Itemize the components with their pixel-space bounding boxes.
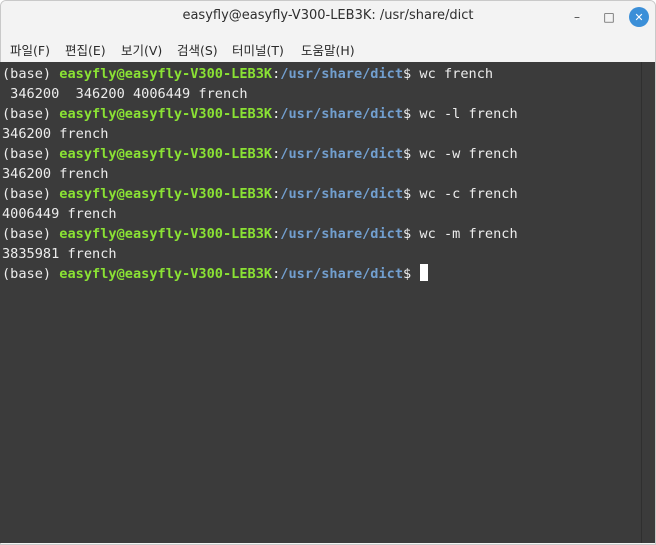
prompt-line: (base) easyfly@easyfly-V300-LEB3K:/usr/s… (2, 64, 493, 84)
prompt-path: /usr/share/dict (280, 146, 404, 162)
prompt-user-host: easyfly@easyfly-V300-LEB3K (59, 266, 273, 282)
prompt-symbol: $ (403, 186, 420, 202)
prompt-symbol: $ (403, 266, 420, 282)
prompt-symbol: $ (403, 106, 420, 122)
window-title: easyfly@easyfly-V300-LEB3K: /usr/share/d… (182, 8, 474, 23)
command-text: wc -l french (419, 106, 518, 122)
output-line: 3835981 french (2, 246, 117, 262)
prompt-line: (base) easyfly@easyfly-V300-LEB3K:/usr/s… (2, 224, 518, 244)
prompt-line: (base) easyfly@easyfly-V300-LEB3K:/usr/s… (2, 104, 518, 124)
prompt-env: (base) (2, 186, 60, 202)
prompt-path: /usr/share/dict (280, 186, 404, 202)
command-text: wc -m french (419, 226, 518, 242)
menu-terminal[interactable]: 터미널(T) (232, 40, 284, 59)
output-line: 346200 french (2, 166, 109, 182)
output-line: 346200 french (2, 126, 109, 142)
prompt-env: (base) (2, 106, 60, 122)
prompt-user-host: easyfly@easyfly-V300-LEB3K (59, 186, 273, 202)
prompt-path: /usr/share/dict (280, 266, 404, 282)
menu-edit[interactable]: 편집(E) (65, 40, 106, 59)
minimize-button[interactable]: – (567, 7, 587, 27)
maximize-icon: □ (603, 10, 615, 24)
maximize-button[interactable]: □ (599, 7, 619, 27)
prompt-symbol: $ (403, 226, 420, 242)
prompt-line: (base) easyfly@easyfly-V300-LEB3K:/usr/s… (2, 144, 518, 164)
prompt-symbol: $ (403, 66, 420, 82)
output-line: 346200 346200 4006449 french (2, 86, 248, 102)
menu-help[interactable]: 도움말(H) (301, 40, 355, 59)
prompt-path: /usr/share/dict (280, 66, 404, 82)
menu-search[interactable]: 검색(S) (177, 40, 218, 59)
close-icon: ✕ (634, 10, 644, 24)
minimize-icon: – (574, 10, 580, 24)
prompt-user-host: easyfly@easyfly-V300-LEB3K (59, 106, 273, 122)
close-button[interactable]: ✕ (629, 7, 649, 27)
current-prompt-line[interactable]: (base) easyfly@easyfly-V300-LEB3K:/usr/s… (2, 264, 429, 284)
command-text: wc -w french (419, 146, 518, 162)
terminal-output-area[interactable]: (base) easyfly@easyfly-V300-LEB3K:/usr/s… (0, 62, 641, 543)
prompt-user-host: easyfly@easyfly-V300-LEB3K (59, 146, 273, 162)
prompt-path: /usr/share/dict (280, 226, 404, 242)
prompt-env: (base) (2, 66, 60, 82)
prompt-env: (base) (2, 226, 60, 242)
prompt-user-host: easyfly@easyfly-V300-LEB3K (59, 226, 273, 242)
menu-bar: 파일(F) 편집(E) 보기(V) 검색(S) 터미널(T) 도움말(H) (1, 34, 655, 62)
prompt-line: (base) easyfly@easyfly-V300-LEB3K:/usr/s… (2, 184, 518, 204)
menu-view[interactable]: 보기(V) (121, 40, 162, 59)
menu-file[interactable]: 파일(F) (10, 40, 50, 59)
terminal-scrollbar[interactable] (641, 62, 655, 543)
prompt-symbol: $ (403, 146, 420, 162)
text-cursor (420, 264, 429, 281)
prompt-env: (base) (2, 266, 60, 282)
command-text: wc -c french (419, 186, 518, 202)
title-bar[interactable]: easyfly@easyfly-V300-LEB3K: /usr/share/d… (1, 1, 655, 33)
prompt-path: /usr/share/dict (280, 106, 404, 122)
prompt-env: (base) (2, 146, 60, 162)
command-text: wc french (419, 66, 494, 82)
prompt-user-host: easyfly@easyfly-V300-LEB3K (59, 66, 273, 82)
output-line: 4006449 french (2, 206, 117, 222)
